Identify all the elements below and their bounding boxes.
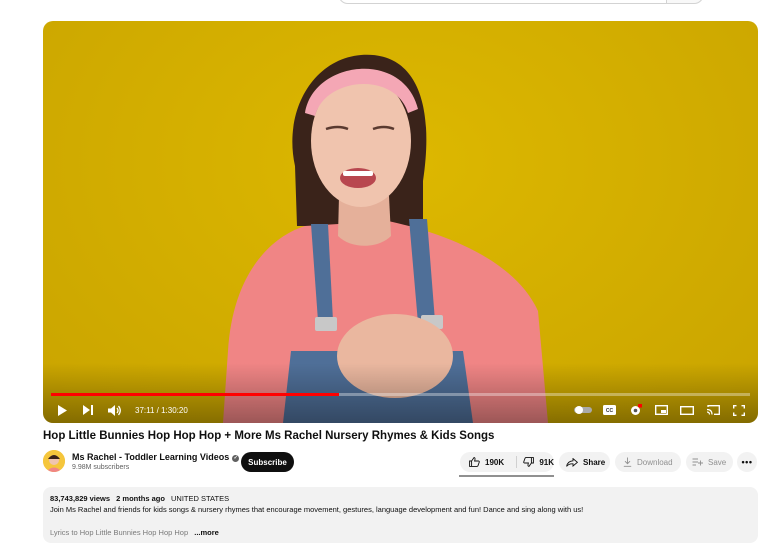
more-actions-button[interactable]: •••: [737, 452, 757, 472]
like-dislike-group: 190K 91K: [460, 452, 554, 472]
download-label: Download: [637, 457, 673, 467]
verified-check-icon: ✓: [232, 455, 240, 462]
search-button[interactable]: [666, 0, 704, 4]
volume-icon[interactable]: [101, 399, 127, 421]
description-box[interactable]: 83,743,829 views 2 months ago UNITED STA…: [43, 487, 758, 543]
thumbs-up-icon: [469, 457, 480, 467]
like-button[interactable]: 190K: [460, 452, 516, 472]
view-count: 83,743,829 views: [50, 494, 111, 503]
next-icon[interactable]: [75, 399, 101, 421]
download-icon: [623, 457, 632, 467]
progress-played: [51, 393, 339, 396]
save-button[interactable]: Save: [686, 452, 733, 472]
progress-bar[interactable]: [51, 393, 750, 396]
miniplayer-icon[interactable]: [648, 399, 674, 421]
location-tag[interactable]: UNITED STATES: [171, 494, 229, 503]
upload-age: 2 months ago: [116, 494, 165, 503]
subscriber-count: 9.98M subscribers: [72, 464, 130, 471]
like-underline: [459, 475, 554, 477]
player-controls: 37:11 / 1:30:20 CC: [43, 399, 758, 421]
save-label: Save: [708, 457, 727, 467]
thumbs-down-icon: [523, 457, 535, 467]
channel-name-text[interactable]: Ms Rachel - Toddler Learning Videos: [72, 452, 229, 462]
time-display: 37:11 / 1:30:20: [135, 405, 188, 415]
fullscreen-icon[interactable]: [726, 399, 752, 421]
cast-icon[interactable]: [700, 399, 726, 421]
dislike-button[interactable]: 91K: [516, 456, 554, 468]
play-icon[interactable]: [49, 399, 75, 421]
share-label: Share: [583, 457, 606, 467]
dislike-count: 91K: [539, 457, 554, 467]
theater-mode-icon[interactable]: [674, 399, 700, 421]
share-button[interactable]: Share: [559, 452, 610, 472]
autoplay-toggle-icon[interactable]: [570, 399, 596, 421]
description-lyrics-line: Lyrics to Hop Little Bunnies Hop Hop Hop…: [50, 528, 219, 537]
subscribe-button[interactable]: Subscribe: [241, 452, 294, 472]
search-input[interactable]: [338, 0, 668, 4]
description-meta: 83,743,829 views 2 months ago UNITED STA…: [50, 494, 233, 503]
like-count: 190K: [485, 457, 505, 467]
svg-text:CC: CC: [605, 408, 613, 414]
captions-icon[interactable]: CC: [596, 399, 622, 421]
show-more-link[interactable]: ...more: [194, 528, 219, 537]
lyrics-preview: Lyrics to Hop Little Bunnies Hop Hop Hop: [50, 528, 189, 537]
settings-gear-icon[interactable]: [622, 399, 648, 421]
add-to-playlist-icon: [692, 458, 703, 466]
channel-name[interactable]: Ms Rachel - Toddler Learning Videos ✓: [72, 452, 240, 462]
channel-avatar[interactable]: [43, 450, 65, 472]
share-icon: [566, 457, 578, 467]
download-button[interactable]: Download: [615, 452, 681, 472]
description-text: Join Ms Rachel and friends for kids song…: [50, 505, 584, 514]
video-title: Hop Little Bunnies Hop Hop Hop + More Ms…: [43, 430, 495, 442]
video-player[interactable]: 37:11 / 1:30:20 CC: [43, 21, 758, 423]
channel-row: Ms Rachel - Toddler Learning Videos ✓ 9.9…: [43, 449, 758, 477]
